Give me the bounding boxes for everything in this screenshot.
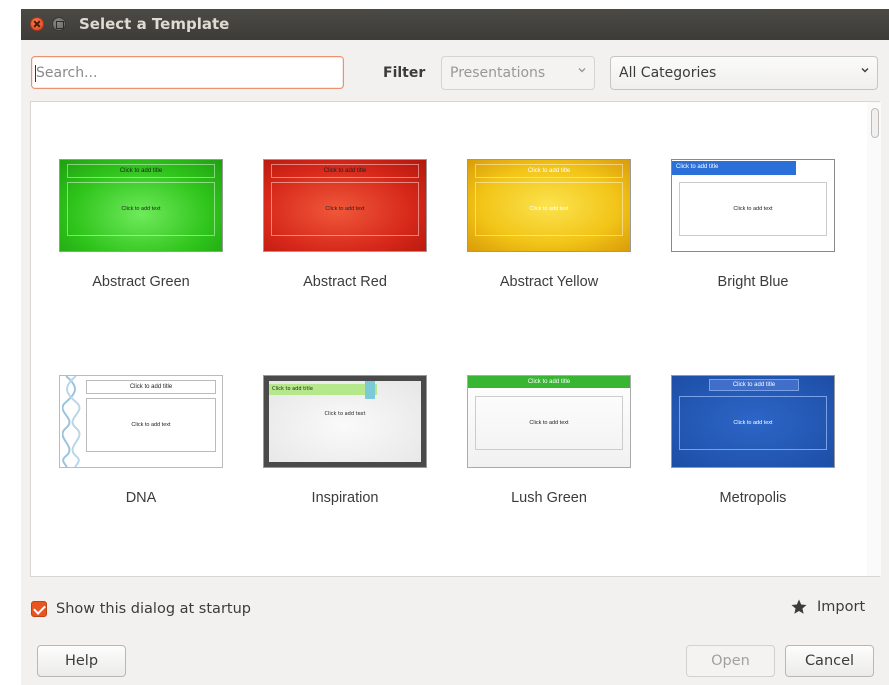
import-label: Import [817,599,866,615]
category-filter-value: All Categories [619,65,717,81]
thumb-text-placeholder: Click to add text [324,411,366,417]
close-icon[interactable] [30,17,44,31]
template-name: Inspiration [311,490,379,506]
minimize-icon[interactable] [52,17,66,31]
thumb-title-placeholder: Click to add title [709,379,799,391]
template-thumbnail: Click to add title Click to add text [263,375,427,468]
template-thumbnail: Click to add title Click to add text [59,375,223,468]
open-button[interactable]: Open [686,645,775,677]
template-name: Abstract Green [92,274,190,290]
show-at-startup-option[interactable]: Show this dialog at startup [31,599,251,619]
thumb-text-placeholder: Click to add text [679,182,827,236]
thumb-text-placeholder: Click to add text [67,182,215,236]
import-button[interactable]: Import [790,598,865,616]
dna-helix-icon [62,376,81,467]
type-filter-dropdown[interactable]: Presentations [441,56,595,90]
thumb-title-placeholder: Click to add title [672,161,796,175]
thumb-title-placeholder: Click to add title [468,376,630,388]
template-item-dna[interactable]: Click to add title Click to add text DNA [51,375,231,506]
chevron-down-icon [861,68,869,73]
search-field[interactable] [31,56,344,89]
template-thumbnail: Click to add title Click to add text [263,159,427,252]
template-item-abstract-red[interactable]: Click to add title Click to add text Abs… [255,159,435,290]
chevron-down-icon [578,68,586,73]
template-item-abstract-yellow[interactable]: Click to add title Click to add text Abs… [459,159,639,290]
template-dialog: Select a Template Filter Presentations A… [21,9,889,685]
template-gallery[interactable]: Click to add title Click to add text Abs… [30,101,881,577]
template-thumbnail: Click to add title Click to add text [671,159,835,252]
cancel-button[interactable]: Cancel [785,645,874,677]
template-item-inspiration[interactable]: Click to add title Click to add text Ins… [255,375,435,506]
dialog-title: Select a Template [79,15,230,33]
type-filter-value: Presentations [450,65,546,81]
vertical-scrollbar[interactable] [867,102,881,576]
template-name: Abstract Yellow [499,274,599,290]
title-bar[interactable]: Select a Template [21,9,889,40]
filter-label: Filter [383,65,426,81]
template-name: Lush Green [511,490,587,506]
thumb-text-placeholder: Click to add text [271,182,419,236]
help-button[interactable]: Help [37,645,126,677]
template-thumbnail: Click to add title Click to add text [467,375,631,468]
category-filter-dropdown[interactable]: All Categories [610,56,878,90]
thumb-title-placeholder: Click to add title [475,164,623,178]
thumb-text-placeholder: Click to add text [475,182,623,236]
search-input[interactable] [32,57,343,88]
accent-bar [365,381,375,399]
inspiration-slide: Click to add title Click to add text [269,381,421,462]
template-name: Metropolis [719,490,787,506]
thumb-text-placeholder: Click to add text [86,398,216,452]
thumb-title-placeholder: Click to add title [86,380,216,394]
thumb-text-placeholder: Click to add text [475,396,623,450]
scrollbar-thumb[interactable] [871,108,879,138]
thumb-title-placeholder: Click to add title [271,164,419,178]
template-thumbnail: Click to add title Click to add text [671,375,835,468]
text-caret [35,65,36,82]
template-name: DNA [125,490,157,506]
template-name: Abstract Red [303,274,387,290]
show-at-startup-checkbox[interactable] [31,601,47,617]
template-name: Bright Blue [717,274,789,290]
template-thumbnail: Click to add title Click to add text [467,159,631,252]
thumb-title-placeholder: Click to add title [269,384,377,395]
template-item-bright-blue[interactable]: Click to add title Click to add text Bri… [663,159,843,290]
thumb-text-placeholder: Click to add text [679,396,827,450]
show-at-startup-label[interactable]: Show this dialog at startup [56,601,251,617]
template-thumbnail: Click to add title Click to add text [59,159,223,252]
star-icon [791,599,807,614]
thumb-title-placeholder: Click to add title [67,164,215,178]
template-item-metropolis[interactable]: Click to add title Click to add text Met… [663,375,843,506]
template-item-abstract-green[interactable]: Click to add title Click to add text Abs… [51,159,231,290]
template-item-lush-green[interactable]: Click to add title Click to add text Lus… [459,375,639,506]
